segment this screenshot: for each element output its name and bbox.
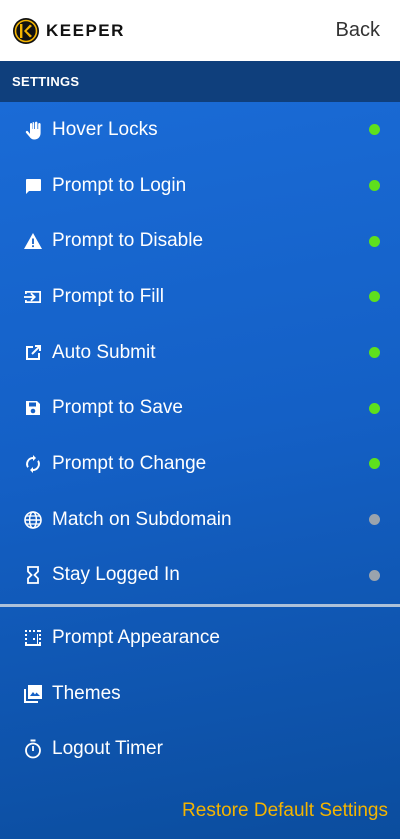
setting-label: Prompt to Login [52,174,187,196]
settings-panel: Hover Locks Prompt to Login Prompt to Disa… [0,102,400,839]
setting-label: Prompt to Fill [52,285,164,307]
link-themes[interactable]: Themes [0,666,400,722]
toggle-prompt-to-disable[interactable]: Prompt to Disable [0,213,400,269]
setting-label: Prompt to Save [52,397,183,419]
grid-outline-icon [22,627,44,649]
keeper-logo-icon [13,17,39,44]
hourglass-icon [22,564,44,586]
brand-name: KEEPER [46,20,125,40]
keeper-logo: KEEPER [12,17,125,45]
refresh-icon [22,453,44,475]
hand-icon [22,119,44,141]
save-icon [22,397,44,419]
status-dot[interactable] [369,402,380,414]
toggle-list: Hover Locks Prompt to Login Prompt to Disa… [0,102,400,603]
back-button[interactable]: Back [336,19,380,42]
toggle-prompt-to-save[interactable]: Prompt to Save [0,380,400,436]
top-bar: KEEPER Back [0,0,400,61]
fill-input-icon [22,286,44,308]
link-logout-timer[interactable]: Logout Timer [0,722,400,778]
setting-label: Auto Submit [52,341,156,363]
status-dot[interactable] [369,124,380,136]
status-dot[interactable] [369,347,380,359]
toggle-auto-submit[interactable]: Auto Submit [0,325,400,381]
status-dot[interactable] [369,514,380,526]
warning-icon [22,230,44,252]
toggle-prompt-to-fill[interactable]: Prompt to Fill [0,269,400,325]
image-gallery-icon [22,683,44,705]
setting-label: Prompt Appearance [52,627,220,649]
restore-default-settings-link[interactable]: Restore Default Settings [182,800,388,822]
setting-label: Prompt to Disable [52,230,204,252]
setting-label: Themes [52,682,121,704]
toggle-stay-logged-in[interactable]: Stay Logged In [0,548,400,604]
setting-label: Hover Locks [52,118,158,140]
status-dot[interactable] [369,458,380,470]
section-title: SETTINGS [0,61,400,102]
setting-label: Match on Subdomain [52,508,232,530]
status-dot[interactable] [369,235,380,247]
toggle-prompt-to-change[interactable]: Prompt to Change [0,436,400,492]
status-dot[interactable] [369,180,380,192]
external-open-icon [22,342,44,364]
setting-label: Stay Logged In [52,564,180,586]
status-dot[interactable] [369,291,380,303]
setting-label: Logout Timer [52,738,163,760]
link-list: Prompt Appearance Themes Logout Timer [0,607,400,777]
toggle-match-on-subdomain[interactable]: Match on Subdomain [0,492,400,548]
globe-icon [22,509,44,531]
status-dot[interactable] [369,569,380,581]
toggle-hover-locks[interactable]: Hover Locks [0,102,400,158]
divider [0,604,400,608]
link-prompt-appearance[interactable]: Prompt Appearance [0,610,400,666]
timer-icon [22,738,44,760]
toggle-prompt-to-login[interactable]: Prompt to Login [0,158,400,214]
chat-bubble-icon [22,175,44,197]
setting-label: Prompt to Change [52,452,207,474]
